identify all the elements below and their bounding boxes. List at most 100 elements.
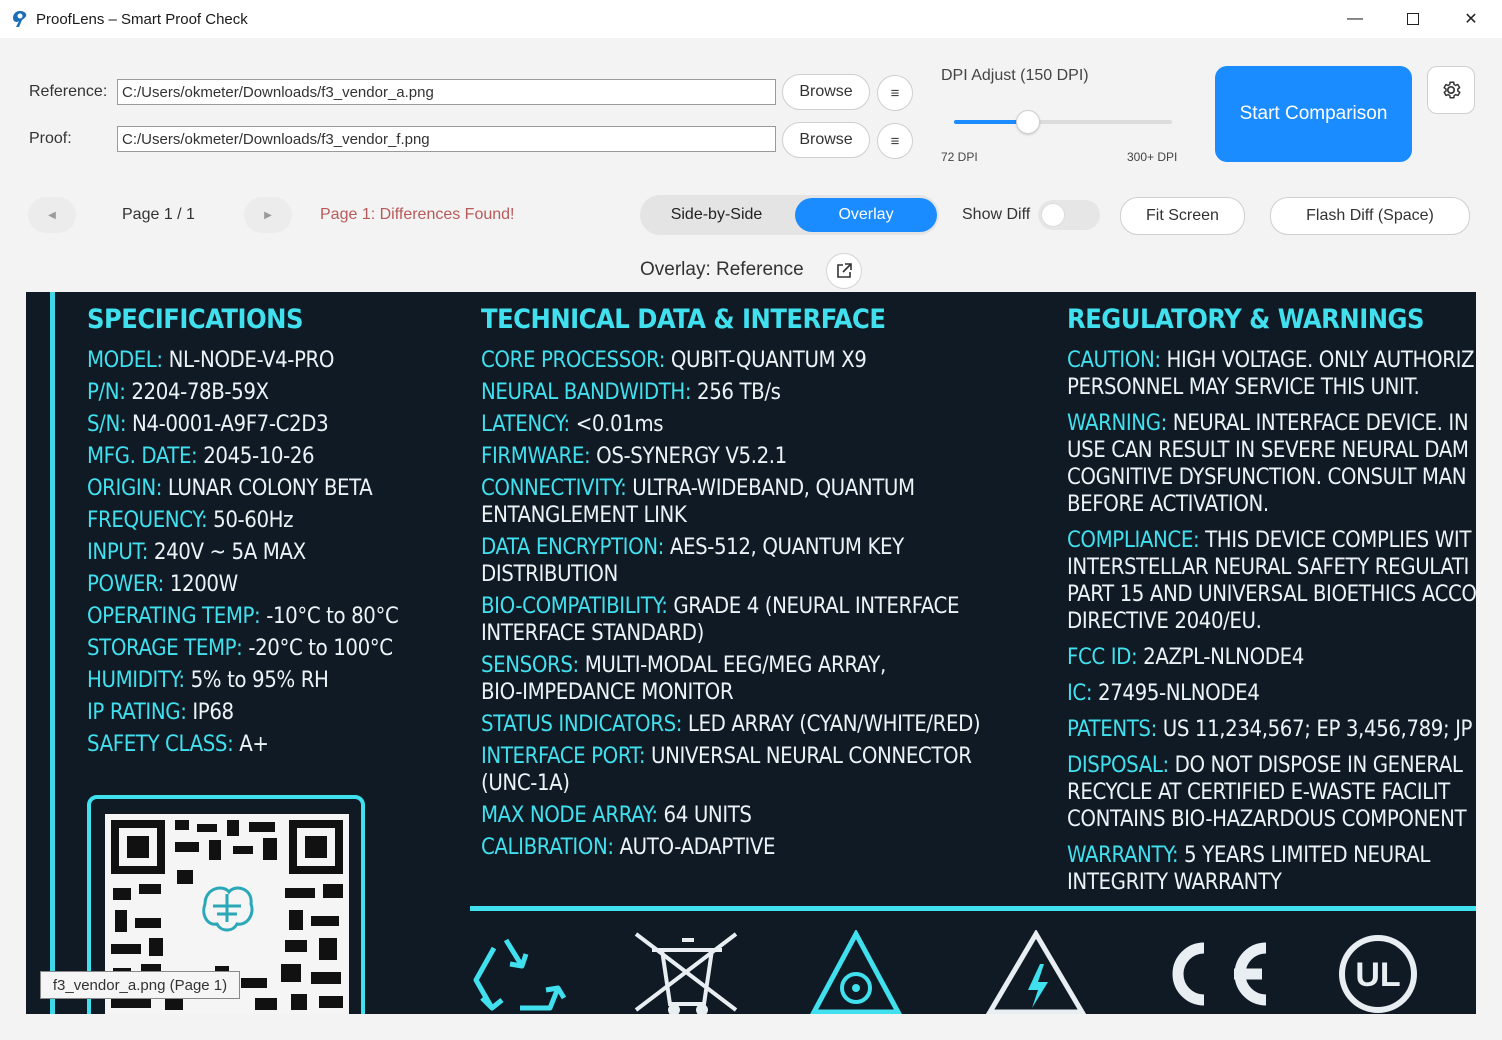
label-key: PATENTS: xyxy=(1067,717,1157,742)
label-row: PERSONNEL MAY SERVICE THIS UNIT. xyxy=(1067,374,1476,401)
proof-menu-button[interactable]: ≡ xyxy=(877,123,913,159)
label-row: OPERATING TEMP: -10°C to 80°C xyxy=(87,603,399,630)
ul-mark-icon: UL xyxy=(1339,935,1417,1013)
label-value: N4-0001-A9F7-C2D3 xyxy=(126,412,329,437)
minimize-icon: — xyxy=(1347,10,1363,27)
label-row: SAFETY CLASS: A+ xyxy=(87,731,398,758)
svg-text:UL: UL xyxy=(1355,956,1400,994)
label-key: STORAGE TEMP: xyxy=(87,636,243,661)
start-comparison-button[interactable]: Start Comparison xyxy=(1215,66,1412,162)
label-value: 240V ~ 5A MAX xyxy=(148,540,306,565)
label-row: HUMIDITY: 5% to 95% RH xyxy=(87,667,398,694)
label-value: UNIVERSAL NEURAL CONNECTOR xyxy=(645,744,972,769)
technical-heading: TECHNICAL DATA & INTERFACE xyxy=(481,304,886,335)
label-row: CONNECTIVITY: ULTRA-WIDEBAND, QUANTUM xyxy=(481,475,980,502)
biohazard-icon xyxy=(810,930,902,1014)
chevron-right-icon: ▶ xyxy=(264,209,272,221)
toggle-knob xyxy=(1041,203,1065,227)
label-key: CAUTION: xyxy=(1067,348,1161,373)
label-value: PERSONNEL MAY SERVICE THIS UNIT. xyxy=(1067,375,1420,400)
close-button[interactable]: ✕ xyxy=(1442,0,1500,38)
previous-page-button[interactable]: ◀ xyxy=(28,197,76,233)
weee-bin-icon xyxy=(634,932,738,1014)
label-key: CORE PROCESSOR: xyxy=(481,348,665,373)
reference-path-input[interactable] xyxy=(117,79,776,105)
show-diff-toggle[interactable] xyxy=(1038,200,1100,230)
label-key: WARNING: xyxy=(1067,411,1167,436)
label-row: CAUTION: HIGH VOLTAGE. ONLY AUTHORIZ xyxy=(1067,347,1476,374)
label-row: CONTAINS BIO-HAZARDOUS COMPONENT xyxy=(1067,806,1476,833)
dpi-min-label: 72 DPI xyxy=(941,150,978,164)
maximize-icon xyxy=(1407,13,1419,25)
label-row: FCC ID: 2AZPL-NLNODE4 xyxy=(1067,644,1476,671)
label-value: -10°C to 80°C xyxy=(260,604,399,629)
minimize-button[interactable]: — xyxy=(1326,0,1384,38)
label-key: NEURAL BANDWIDTH: xyxy=(481,380,692,405)
label-value: 2045-10-26 xyxy=(197,444,315,469)
fit-screen-button[interactable]: Fit Screen xyxy=(1120,197,1245,235)
label-row: MAX NODE ARRAY: 64 UNITS xyxy=(481,802,980,829)
dpi-slider-handle[interactable] xyxy=(1016,110,1040,134)
label-value: DO NOT DISPOSE IN GENERAL xyxy=(1168,753,1463,778)
label-value: <0.01ms xyxy=(569,412,664,437)
label-row: WARNING: NEURAL INTERFACE DEVICE. IN xyxy=(1067,410,1476,437)
label-row: PART 15 AND UNIVERSAL BIOETHICS ACCO xyxy=(1067,581,1476,608)
symbols-divider xyxy=(470,906,1476,911)
label-value: CONTAINS BIO-HAZARDOUS COMPONENT xyxy=(1067,807,1467,832)
label-value: QUBIT-QUANTUM X9 xyxy=(665,348,867,373)
maximize-button[interactable] xyxy=(1384,0,1442,38)
label-row: INPUT: 240V ~ 5A MAX xyxy=(87,539,398,566)
label-value: -20°C to 100°C xyxy=(242,636,393,661)
overlay-tab[interactable]: Overlay xyxy=(795,198,937,232)
app-logo-icon xyxy=(13,11,27,27)
label-row: LATENCY: <0.01ms xyxy=(481,411,980,438)
label-value: INTERSTELLAR NEURAL SAFETY REGULATI xyxy=(1067,555,1469,580)
overlay-canvas[interactable]: SPECIFICATIONS MODEL: NL-NODE-V4-PRO P/N:… xyxy=(26,292,1476,1014)
label-key: MAX NODE ARRAY: xyxy=(481,803,658,828)
label-row: MODEL: NL-NODE-V4-PRO xyxy=(87,347,398,374)
proof-browse-button[interactable]: Browse xyxy=(782,122,870,158)
differences-status: Page 1: Differences Found! xyxy=(320,206,515,223)
label-value: BIO-IMPEDANCE MONITOR xyxy=(481,680,734,705)
label-row: ENTANGLEMENT LINK xyxy=(481,502,980,529)
view-mode-segmented-control: Side-by-Side Overlay xyxy=(640,195,939,235)
label-key: POWER: xyxy=(87,572,164,597)
viewer-title: Overlay: Reference xyxy=(640,259,804,280)
label-key: OPERATING TEMP: xyxy=(87,604,261,629)
reference-browse-button[interactable]: Browse xyxy=(782,74,870,110)
page-indicator: Page 1 / 1 xyxy=(122,206,195,223)
label-value: 50-60Hz xyxy=(207,508,294,533)
label-key: P/N: xyxy=(87,380,126,405)
settings-button[interactable] xyxy=(1427,66,1475,114)
label-value: A+ xyxy=(233,732,269,757)
label-value: INTEGRITY WARRANTY xyxy=(1067,870,1282,895)
label-value: HIGH VOLTAGE. ONLY AUTHORIZ xyxy=(1160,348,1475,373)
specifications-column: SPECIFICATIONS MODEL: NL-NODE-V4-PRO P/N:… xyxy=(87,304,399,758)
title-bar: ProofLens – Smart Proof Check — ✕ xyxy=(0,0,1502,38)
label-row: USE CAN RESULT IN SEVERE NEURAL DAM xyxy=(1067,437,1476,464)
proof-path-input[interactable] xyxy=(117,126,776,152)
label-value: US 11,234,567; EP 3,456,789; JP xyxy=(1156,717,1473,742)
label-row: INTEGRITY WARRANTY xyxy=(1067,869,1476,896)
label-key: MFG. DATE: xyxy=(87,444,198,469)
label-value: 27495-NLNODE4 xyxy=(1092,681,1260,706)
label-row: POWER: 1200W xyxy=(87,571,398,598)
side-by-side-tab[interactable]: Side-by-Side xyxy=(640,195,793,235)
label-row: INTERFACE PORT: UNIVERSAL NEURAL CONNECT… xyxy=(481,743,980,770)
label-key: CONNECTIVITY: xyxy=(481,476,627,501)
label-value: BEFORE ACTIVATION. xyxy=(1067,492,1269,517)
label-row: IP RATING: IP68 xyxy=(87,699,398,726)
regulatory-heading: REGULATORY & WARNINGS xyxy=(1067,304,1424,335)
reference-label: Reference: xyxy=(29,83,108,100)
label-row: BIO-IMPEDANCE MONITOR xyxy=(481,679,980,706)
label-value: IP68 xyxy=(186,700,234,725)
app-window: ProofLens – Smart Proof Check — ✕ Refere… xyxy=(0,0,1502,1040)
reference-menu-button[interactable]: ≡ xyxy=(877,75,913,111)
specifications-list: MODEL: NL-NODE-V4-PRO P/N: 2204-78B-59X S/… xyxy=(87,347,399,758)
label-row: BEFORE ACTIVATION. xyxy=(1067,491,1476,518)
label-key: FIRMWARE: xyxy=(481,444,591,469)
popout-button[interactable] xyxy=(826,253,862,289)
flash-diff-button[interactable]: Flash Diff (Space) xyxy=(1270,197,1470,235)
label-value: DIRECTIVE 2040/EU. xyxy=(1067,609,1262,634)
next-page-button[interactable]: ▶ xyxy=(244,197,292,233)
